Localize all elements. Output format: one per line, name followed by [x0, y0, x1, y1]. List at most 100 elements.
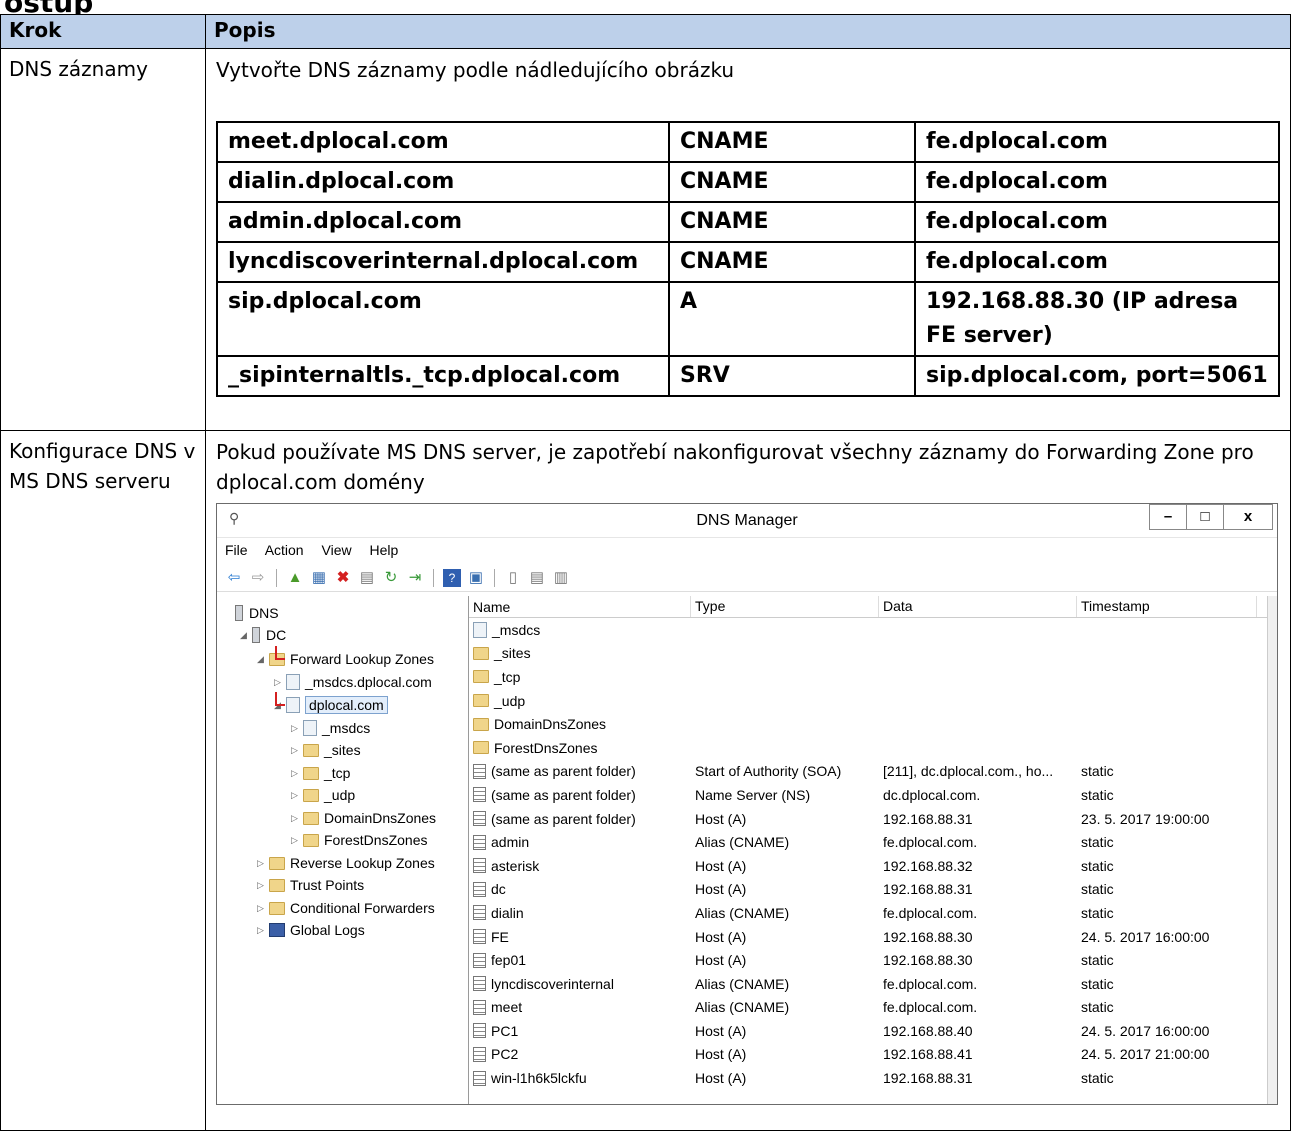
- vertical-scrollbar[interactable]: [1267, 596, 1277, 1104]
- forward-arrow-icon[interactable]: ⇨: [249, 569, 267, 587]
- record-timestamp-cell: 23. 5. 2017 19:00:00: [1081, 810, 1210, 827]
- tree-node[interactable]: ▷ Trust Points: [257, 874, 364, 896]
- tree-node[interactable]: ◢ DC: [240, 624, 286, 646]
- title-bar[interactable]: ⚲ DNS Manager – □ x: [217, 504, 1277, 538]
- record-value: 192.168.88.30 (IP adresa FE server): [914, 281, 1280, 357]
- column-type[interactable]: Type: [691, 596, 879, 617]
- list-item[interactable]: asterisk Host (A) 192.168.88.32 static: [469, 854, 1277, 878]
- collapsed-arrow-icon[interactable]: ▷: [291, 723, 303, 734]
- help-icon[interactable]: ?: [443, 568, 461, 587]
- record-name-cell: fep01: [469, 952, 691, 968]
- export-icon[interactable]: ⇥: [406, 569, 424, 587]
- tree-node[interactable]: ▷ _tcp: [291, 762, 350, 784]
- record-data-cell: [211], dc.dplocal.com., ho...: [883, 763, 1054, 780]
- collapsed-arrow-icon[interactable]: ▷: [257, 925, 269, 936]
- properties-icon[interactable]: ▤: [358, 569, 376, 587]
- tree-node-label: dplocal.com: [305, 696, 388, 714]
- list-item[interactable]: (same as parent folder) Start of Authorit…: [469, 760, 1277, 784]
- collapsed-arrow-icon[interactable]: ▷: [274, 677, 286, 688]
- record-type-cell: Host (A): [695, 1022, 747, 1039]
- record-name: _sites: [494, 645, 531, 662]
- show-hide-tree-icon[interactable]: ▦: [310, 569, 328, 587]
- folder-icon: [473, 741, 489, 755]
- record-timestamp-cell: static: [1081, 834, 1114, 851]
- list-item[interactable]: _tcp: [469, 665, 1277, 689]
- tree-node[interactable]: ▷ Conditional Forwarders: [257, 897, 435, 919]
- menu-view[interactable]: View: [322, 542, 352, 558]
- tree-node[interactable]: ▷ _udp: [291, 784, 355, 806]
- collapsed-arrow-icon[interactable]: ▷: [257, 858, 269, 869]
- tree-node[interactable]: ▷ Reverse Lookup Zones: [257, 852, 435, 874]
- close-button[interactable]: x: [1223, 504, 1273, 530]
- collapsed-arrow-icon[interactable]: ▷: [291, 768, 303, 779]
- minimize-button[interactable]: –: [1149, 504, 1187, 530]
- server-icon[interactable]: ▯: [504, 569, 522, 587]
- list-item[interactable]: PC2 Host (A) 192.168.88.41 24. 5. 2017 21:0…: [469, 1043, 1277, 1067]
- collapsed-arrow-icon[interactable]: ▷: [291, 745, 303, 756]
- folder-icon: [269, 901, 285, 915]
- tree-node[interactable]: DNS: [223, 602, 279, 624]
- list-item[interactable]: dc Host (A) 192.168.88.31 static: [469, 878, 1277, 902]
- collapsed-arrow-icon[interactable]: ▷: [257, 880, 269, 891]
- records-table: meet.dplocal.com CNAME fe.dplocal.com diali…: [216, 121, 1280, 397]
- menu-file[interactable]: File: [225, 542, 248, 558]
- list-item[interactable]: _udp: [469, 689, 1277, 713]
- menu-help[interactable]: Help: [369, 542, 398, 558]
- collapsed-arrow-icon[interactable]: ▷: [291, 835, 303, 846]
- record-name: admin.dplocal.com: [216, 201, 670, 243]
- list-item[interactable]: admin Alias (CNAME) fe.dplocal.com. static: [469, 830, 1277, 854]
- tree-node[interactable]: ▷ _sites: [291, 739, 361, 761]
- record-type-cell: Host (A): [695, 928, 747, 945]
- column-name[interactable]: Name: [469, 596, 691, 617]
- record-row: admin.dplocal.com CNAME fe.dplocal.com: [216, 201, 1280, 243]
- expanded-arrow-icon[interactable]: ◢: [257, 654, 269, 665]
- tree-node[interactable]: ▷ _msdcs.dplocal.com: [274, 671, 432, 693]
- tree-node[interactable]: ▷ DomainDnsZones: [291, 807, 436, 829]
- up-folder-icon[interactable]: ▲: [286, 569, 304, 587]
- zone-icon[interactable]: ▥: [552, 569, 570, 587]
- record-type-cell: Alias (CNAME): [695, 999, 790, 1016]
- tree-node[interactable]: ◢ dplocal.com: [274, 694, 388, 716]
- collapsed-arrow-icon[interactable]: ▷: [291, 790, 303, 801]
- record-list-icon[interactable]: ▤: [528, 569, 546, 587]
- list-item[interactable]: _msdcs: [469, 618, 1277, 642]
- folder-icon: [473, 646, 489, 660]
- list-item[interactable]: PC1 Host (A) 192.168.88.40 24. 5. 2017 16:0…: [469, 1019, 1277, 1043]
- record-name-cell: FE: [469, 929, 691, 945]
- refresh-icon[interactable]: ↻: [382, 569, 400, 587]
- list-item[interactable]: dialin Alias (CNAME) fe.dplocal.com. static: [469, 901, 1277, 925]
- record-name: fep01: [491, 952, 527, 969]
- list-item[interactable]: _sites: [469, 642, 1277, 666]
- console-icon[interactable]: ▣: [467, 569, 485, 587]
- record-row: _sipinternaltls._tcp.dplocal.com SRV sip.d…: [216, 355, 1280, 397]
- expanded-arrow-icon[interactable]: ◢: [240, 630, 252, 641]
- list-item[interactable]: fep01 Host (A) 192.168.88.30 static: [469, 948, 1277, 972]
- list-item[interactable]: DomainDnsZones: [469, 712, 1277, 736]
- record-value: sip.dplocal.com, port=5061: [914, 355, 1280, 397]
- tree-node[interactable]: ▷ Global Logs: [257, 919, 365, 941]
- column-data[interactable]: Data: [879, 596, 1077, 617]
- back-arrow-icon[interactable]: ⇦: [225, 569, 243, 587]
- tree-node[interactable]: ▷ ForestDnsZones: [291, 829, 427, 851]
- collapsed-arrow-icon[interactable]: ▷: [257, 903, 269, 914]
- list-item[interactable]: meet Alias (CNAME) fe.dplocal.com. static: [469, 996, 1277, 1020]
- list-item[interactable]: win-l1h6k5lckfu Host (A) 192.168.88.31 stat…: [469, 1066, 1277, 1090]
- list-item[interactable]: (same as parent folder) Name Server (NS) d…: [469, 783, 1277, 807]
- tree-node-label: Trust Points: [290, 877, 365, 893]
- column-timestamp[interactable]: Timestamp: [1077, 596, 1257, 617]
- record-timestamp-cell: 24. 5. 2017 16:00:00: [1081, 928, 1210, 945]
- list-item[interactable]: lyncdiscoverinternal Alias (CNAME) fe.dplo…: [469, 972, 1277, 996]
- tree-node[interactable]: ▷ _msdcs: [291, 717, 370, 739]
- folder-icon: [473, 694, 489, 708]
- record-timestamp-cell: 24. 5. 2017 21:00:00: [1081, 1046, 1210, 1063]
- delete-icon[interactable]: ✖: [334, 569, 352, 587]
- record-name: PC2: [491, 1046, 519, 1063]
- menu-action[interactable]: Action: [265, 542, 304, 558]
- collapsed-arrow-icon[interactable]: ▷: [291, 813, 303, 824]
- list-item[interactable]: ForestDnsZones: [469, 736, 1277, 760]
- record-icon: [473, 834, 486, 850]
- record-icon: [473, 763, 486, 779]
- list-item[interactable]: FE Host (A) 192.168.88.30 24. 5. 2017 16:00…: [469, 925, 1277, 949]
- list-item[interactable]: (same as parent folder) Host (A) 192.168.8…: [469, 807, 1277, 831]
- maximize-button[interactable]: □: [1186, 504, 1224, 530]
